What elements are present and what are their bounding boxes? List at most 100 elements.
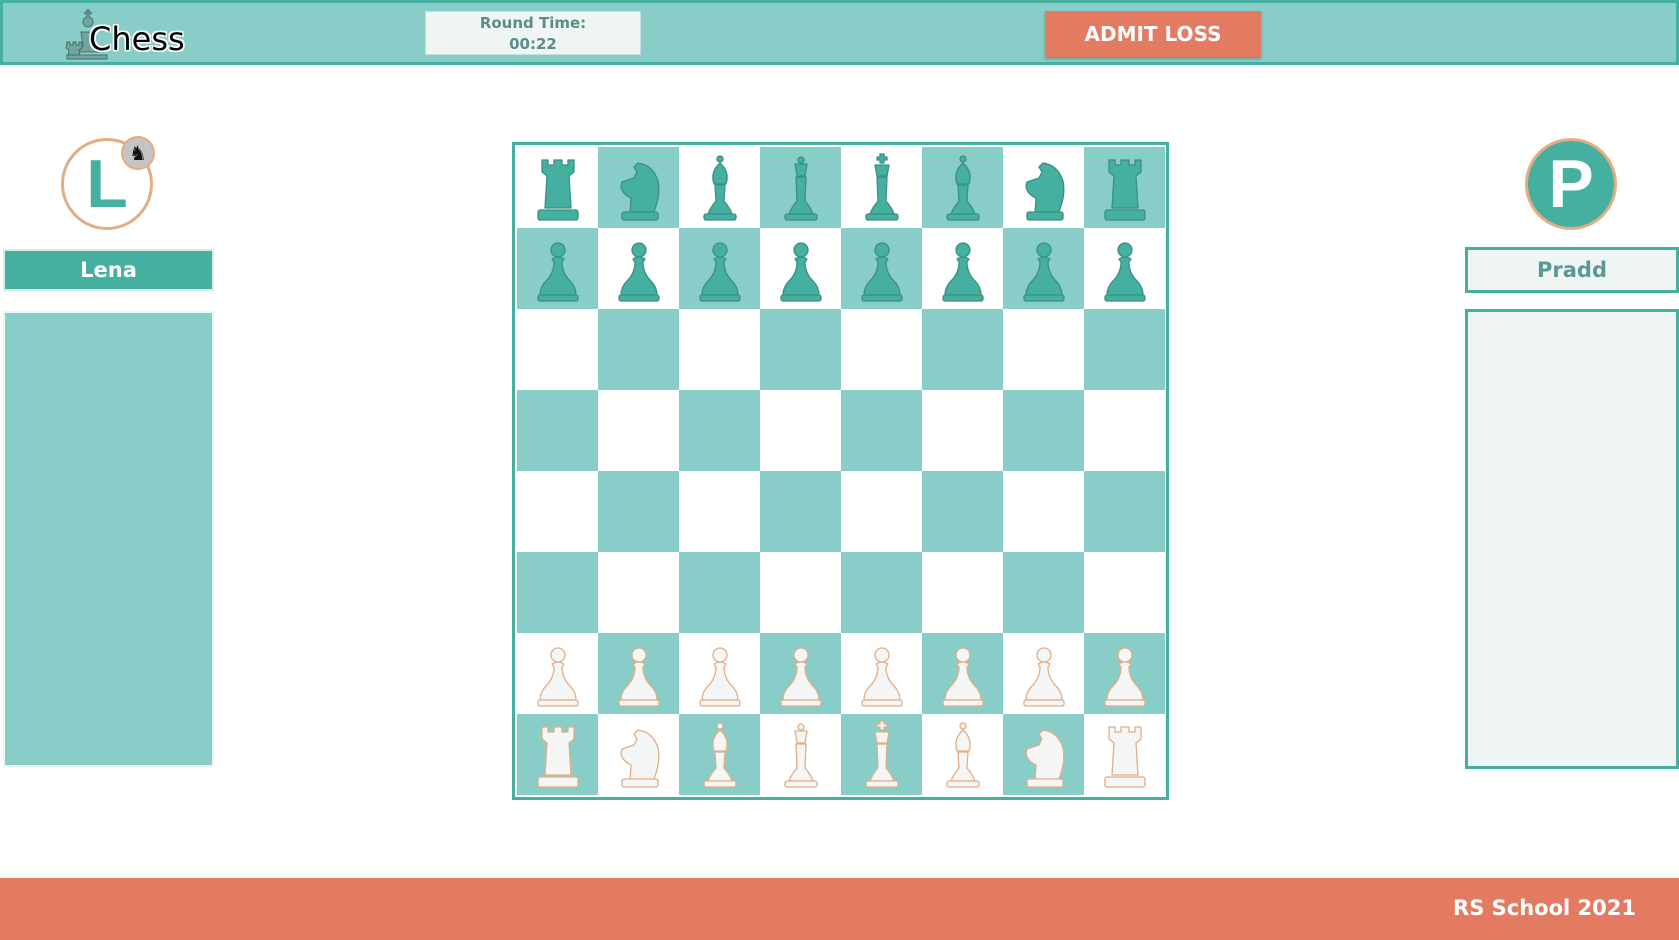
- white-pawn-icon[interactable]: [771, 638, 831, 710]
- square-d4[interactable]: [760, 471, 841, 552]
- white-queen-icon[interactable]: [771, 719, 831, 791]
- square-g2[interactable]: [1003, 633, 1084, 714]
- square-f6[interactable]: [922, 309, 1003, 390]
- square-c5[interactable]: [679, 390, 760, 471]
- black-bishop-icon[interactable]: [690, 152, 750, 224]
- black-king-icon[interactable]: [852, 152, 912, 224]
- white-knight-icon[interactable]: [609, 719, 669, 791]
- black-pawn-icon[interactable]: [852, 233, 912, 305]
- square-f8[interactable]: [922, 147, 1003, 228]
- square-b8[interactable]: [598, 147, 679, 228]
- square-g1[interactable]: [1003, 714, 1084, 795]
- admit-loss-button[interactable]: ADMIT LOSS: [1045, 11, 1261, 57]
- black-rook-icon[interactable]: [1095, 152, 1155, 224]
- black-pawn-icon[interactable]: [528, 233, 588, 305]
- square-c1[interactable]: [679, 714, 760, 795]
- square-f2[interactable]: [922, 633, 1003, 714]
- square-h1[interactable]: [1084, 714, 1165, 795]
- white-pawn-icon[interactable]: [690, 638, 750, 710]
- square-e5[interactable]: [841, 390, 922, 471]
- square-c4[interactable]: [679, 471, 760, 552]
- square-d8[interactable]: [760, 147, 841, 228]
- square-a4[interactable]: [517, 471, 598, 552]
- square-c7[interactable]: [679, 228, 760, 309]
- square-b7[interactable]: [598, 228, 679, 309]
- square-b4[interactable]: [598, 471, 679, 552]
- square-g6[interactable]: [1003, 309, 1084, 390]
- square-h2[interactable]: [1084, 633, 1165, 714]
- black-knight-icon[interactable]: [1014, 152, 1074, 224]
- round-time-label: Round Time:: [479, 14, 587, 32]
- square-b2[interactable]: [598, 633, 679, 714]
- black-rook-icon[interactable]: [528, 152, 588, 224]
- square-g5[interactable]: [1003, 390, 1084, 471]
- square-f4[interactable]: [922, 471, 1003, 552]
- square-d1[interactable]: [760, 714, 841, 795]
- square-h6[interactable]: [1084, 309, 1165, 390]
- square-f3[interactable]: [922, 552, 1003, 633]
- white-pawn-icon[interactable]: [528, 638, 588, 710]
- chess-board: [512, 142, 1169, 800]
- square-e4[interactable]: [841, 471, 922, 552]
- square-f7[interactable]: [922, 228, 1003, 309]
- black-bishop-icon[interactable]: [933, 152, 993, 224]
- square-c6[interactable]: [679, 309, 760, 390]
- square-b3[interactable]: [598, 552, 679, 633]
- square-h8[interactable]: [1084, 147, 1165, 228]
- square-h7[interactable]: [1084, 228, 1165, 309]
- square-f5[interactable]: [922, 390, 1003, 471]
- square-g8[interactable]: [1003, 147, 1084, 228]
- square-e6[interactable]: [841, 309, 922, 390]
- square-a2[interactable]: [517, 633, 598, 714]
- white-pawn-icon[interactable]: [852, 638, 912, 710]
- square-c2[interactable]: [679, 633, 760, 714]
- square-d3[interactable]: [760, 552, 841, 633]
- square-a6[interactable]: [517, 309, 598, 390]
- square-g3[interactable]: [1003, 552, 1084, 633]
- white-pawn-icon[interactable]: [933, 638, 993, 710]
- square-f1[interactable]: [922, 714, 1003, 795]
- white-bishop-icon[interactable]: [690, 719, 750, 791]
- black-pawn-icon[interactable]: [609, 233, 669, 305]
- white-rook-icon[interactable]: [1095, 719, 1155, 791]
- black-pawn-icon[interactable]: [933, 233, 993, 305]
- white-pawn-icon[interactable]: [609, 638, 669, 710]
- square-g7[interactable]: [1003, 228, 1084, 309]
- square-b6[interactable]: [598, 309, 679, 390]
- white-rook-icon[interactable]: [528, 719, 588, 791]
- square-a1[interactable]: [517, 714, 598, 795]
- square-h4[interactable]: [1084, 471, 1165, 552]
- square-e8[interactable]: [841, 147, 922, 228]
- square-d2[interactable]: [760, 633, 841, 714]
- square-h3[interactable]: [1084, 552, 1165, 633]
- black-knight-icon[interactable]: [609, 152, 669, 224]
- square-a7[interactable]: [517, 228, 598, 309]
- square-e3[interactable]: [841, 552, 922, 633]
- square-d7[interactable]: [760, 228, 841, 309]
- square-a8[interactable]: [517, 147, 598, 228]
- square-h5[interactable]: [1084, 390, 1165, 471]
- square-e7[interactable]: [841, 228, 922, 309]
- square-b5[interactable]: [598, 390, 679, 471]
- square-a5[interactable]: [517, 390, 598, 471]
- white-king-icon[interactable]: [852, 719, 912, 791]
- square-e2[interactable]: [841, 633, 922, 714]
- black-pawn-icon[interactable]: [1095, 233, 1155, 305]
- white-bishop-icon[interactable]: [933, 719, 993, 791]
- footer-credit: RS School 2021: [1453, 896, 1636, 920]
- square-a3[interactable]: [517, 552, 598, 633]
- square-c8[interactable]: [679, 147, 760, 228]
- square-g4[interactable]: [1003, 471, 1084, 552]
- black-pawn-icon[interactable]: [690, 233, 750, 305]
- black-pawn-icon[interactable]: [771, 233, 831, 305]
- square-d6[interactable]: [760, 309, 841, 390]
- black-pawn-icon[interactable]: [1014, 233, 1074, 305]
- square-c3[interactable]: [679, 552, 760, 633]
- white-knight-icon[interactable]: [1014, 719, 1074, 791]
- black-queen-icon[interactable]: [771, 152, 831, 224]
- square-d5[interactable]: [760, 390, 841, 471]
- square-e1[interactable]: [841, 714, 922, 795]
- white-pawn-icon[interactable]: [1095, 638, 1155, 710]
- square-b1[interactable]: [598, 714, 679, 795]
- white-pawn-icon[interactable]: [1014, 638, 1074, 710]
